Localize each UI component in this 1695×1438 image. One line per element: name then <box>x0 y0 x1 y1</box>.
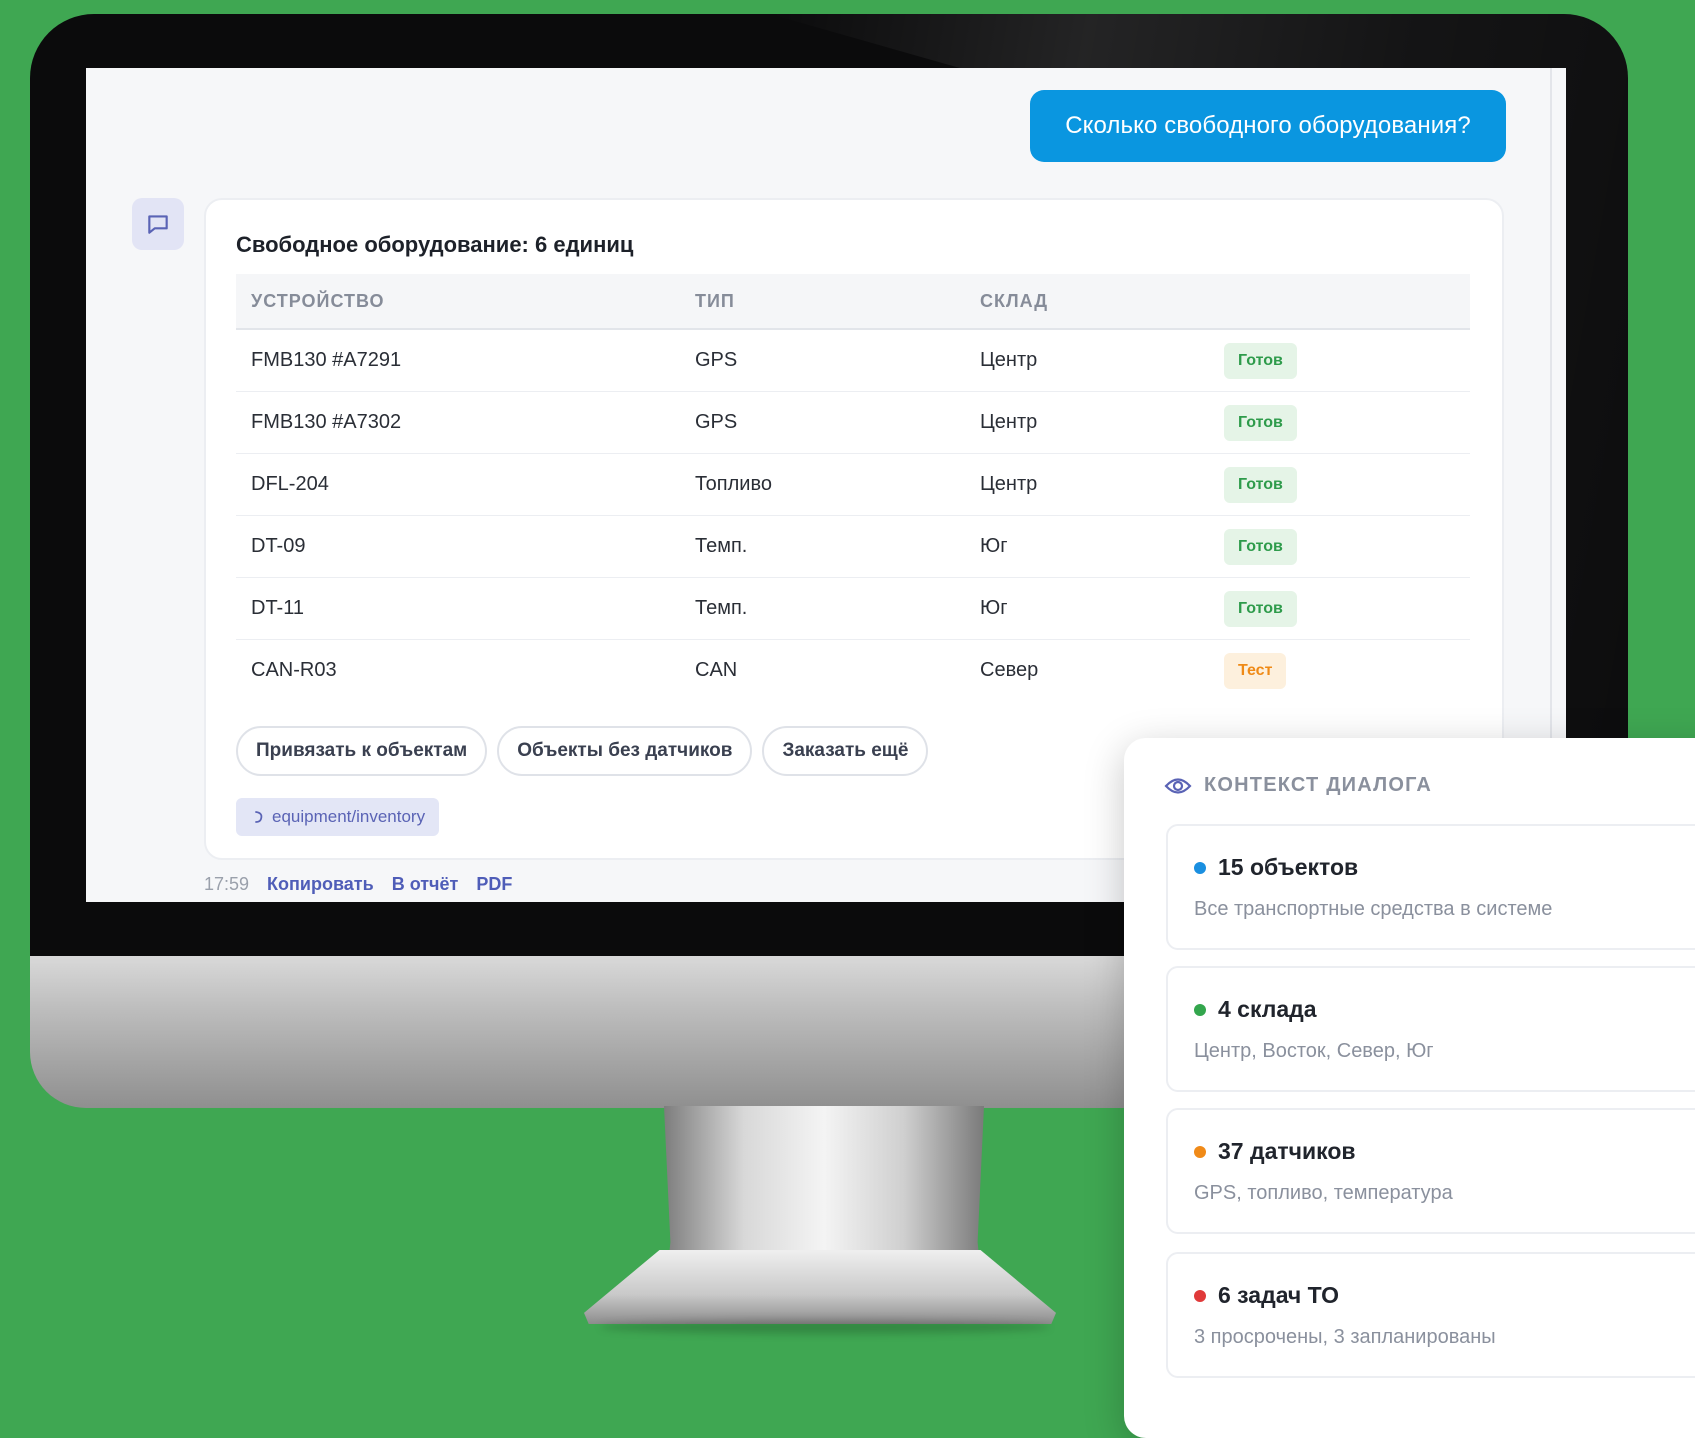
context-card-heading: 37 датчиков <box>1194 1138 1356 1165</box>
to-report-link[interactable]: В отчёт <box>392 874 459 895</box>
context-title: КОНТЕКСТ ДИАЛОГА <box>1204 774 1433 796</box>
cell-type: CAN <box>695 659 738 681</box>
context-card-subtitle: 3 просрочены, 3 запланированы <box>1194 1326 1496 1348</box>
cell-type: Топливо <box>695 473 772 495</box>
bot-avatar <box>132 198 184 250</box>
copy-link[interactable]: Копировать <box>267 874 374 895</box>
cell-device: FMB130 #A7302 <box>251 411 402 433</box>
source-tag-label: equipment/inventory <box>272 807 426 826</box>
status-dot <box>1194 1289 1206 1302</box>
context-header: КОНТЕКСТ ДИАЛОГА <box>1164 774 1432 797</box>
response-title: Свободное оборудование: 6 единиц <box>236 232 634 257</box>
stand-shadow <box>600 1320 1050 1334</box>
context-card-title: 4 склада <box>1218 996 1317 1022</box>
cell-type: Темп. <box>695 535 748 557</box>
context-card-title: 6 задач ТО <box>1218 1282 1340 1308</box>
pdf-link[interactable]: PDF <box>476 874 512 895</box>
table-row: DFL-204 Топливо Центр Готов <box>236 454 1470 516</box>
context-card-heading: 15 объектов <box>1194 854 1358 881</box>
cell-warehouse: Центр <box>980 473 1038 495</box>
cell-device: CAN-R03 <box>251 659 337 681</box>
user-message-bubble: Сколько свободного оборудования? <box>1030 90 1506 162</box>
cell-warehouse: Центр <box>980 349 1038 371</box>
source-tag[interactable]: equipment/inventory <box>236 798 440 836</box>
table-row: CAN-R03 CAN Север Тест <box>236 640 1470 702</box>
status-badge: Готов <box>1224 343 1297 379</box>
column-header-type: ТИП <box>695 291 735 311</box>
cell-warehouse: Центр <box>980 411 1038 433</box>
status-dot <box>1194 1003 1206 1016</box>
status-badge: Готов <box>1224 591 1297 627</box>
cell-type: GPS <box>695 349 738 371</box>
cell-warehouse: Юг <box>980 535 1008 557</box>
dialog-context-panel: КОНТЕКСТ ДИАЛОГА 15 объектов Все транспо… <box>1124 738 1695 1438</box>
equipment-table: УСТРОЙСТВО ТИП СКЛАД FMB130 #A7291 GPS Ц… <box>236 274 1470 702</box>
action-buttons: Привязать к объектам Объекты без датчико… <box>236 726 929 776</box>
context-card-heading: 4 склада <box>1194 996 1317 1023</box>
context-card-subtitle: Все транспортные средства в системе <box>1194 898 1553 920</box>
cell-device: FMB130 #A7291 <box>251 349 402 371</box>
cell-type: Темп. <box>695 597 748 619</box>
eye-icon <box>1164 777 1192 794</box>
column-header-warehouse: СКЛАД <box>980 291 1049 311</box>
context-card-subtitle: GPS, топливо, температура <box>1194 1182 1453 1204</box>
table-row: FMB130 #A7302 GPS Центр Готов <box>236 392 1470 454</box>
message-timestamp: 17:59 <box>204 874 250 894</box>
status-badge: Готов <box>1224 467 1297 503</box>
status-badge: Тест <box>1224 653 1287 689</box>
context-card-objects[interactable]: 15 объектов Все транспортные средства в … <box>1166 824 1695 950</box>
context-card-title: 37 датчиков <box>1218 1138 1356 1164</box>
context-card-heading: 6 задач ТО <box>1194 1282 1339 1309</box>
context-card-title: 15 объектов <box>1218 854 1359 880</box>
table-row: DT-11 Темп. Юг Готов <box>236 578 1470 640</box>
cell-device: DFL-204 <box>251 473 329 495</box>
cell-type: GPS <box>695 411 738 433</box>
cell-device: DT-09 <box>251 535 306 557</box>
order-more-button[interactable]: Заказать ещё <box>762 726 929 776</box>
objects-without-sensors-button[interactable]: Объекты без датчиков <box>497 726 753 776</box>
status-badge: Готов <box>1224 529 1297 565</box>
status-dot <box>1194 861 1206 874</box>
user-message-text: Сколько свободного оборудования? <box>1065 112 1471 139</box>
context-card-subtitle: Центр, Восток, Север, Юг <box>1194 1040 1434 1062</box>
context-card-maintenance[interactable]: 6 задач ТО 3 просрочены, 3 запланированы <box>1166 1252 1695 1378</box>
column-header-device: УСТРОЙСТВО <box>251 291 385 311</box>
table-row: FMB130 #A7291 GPS Центр Готов <box>236 330 1470 392</box>
status-dot <box>1194 1145 1206 1158</box>
cell-warehouse: Юг <box>980 597 1008 619</box>
table-row: DT-09 Темп. Юг Готов <box>236 516 1470 578</box>
bind-to-objects-button[interactable]: Привязать к объектам <box>236 726 488 776</box>
cell-device: DT-11 <box>251 597 304 619</box>
link-icon <box>255 811 263 823</box>
context-card-sensors[interactable]: 37 датчиков GPS, топливо, температура <box>1166 1108 1695 1234</box>
message-meta: 17:59 Копировать В отчёт PDF <box>204 874 512 895</box>
cell-warehouse: Север <box>980 659 1039 681</box>
chat-bubble-icon <box>148 215 168 234</box>
status-badge: Готов <box>1224 405 1297 441</box>
monitor-stand-base <box>584 1250 1056 1324</box>
context-card-warehouses[interactable]: 4 склада Центр, Восток, Север, Юг <box>1166 966 1695 1092</box>
table-header: УСТРОЙСТВО ТИП СКЛАД <box>236 274 1470 330</box>
